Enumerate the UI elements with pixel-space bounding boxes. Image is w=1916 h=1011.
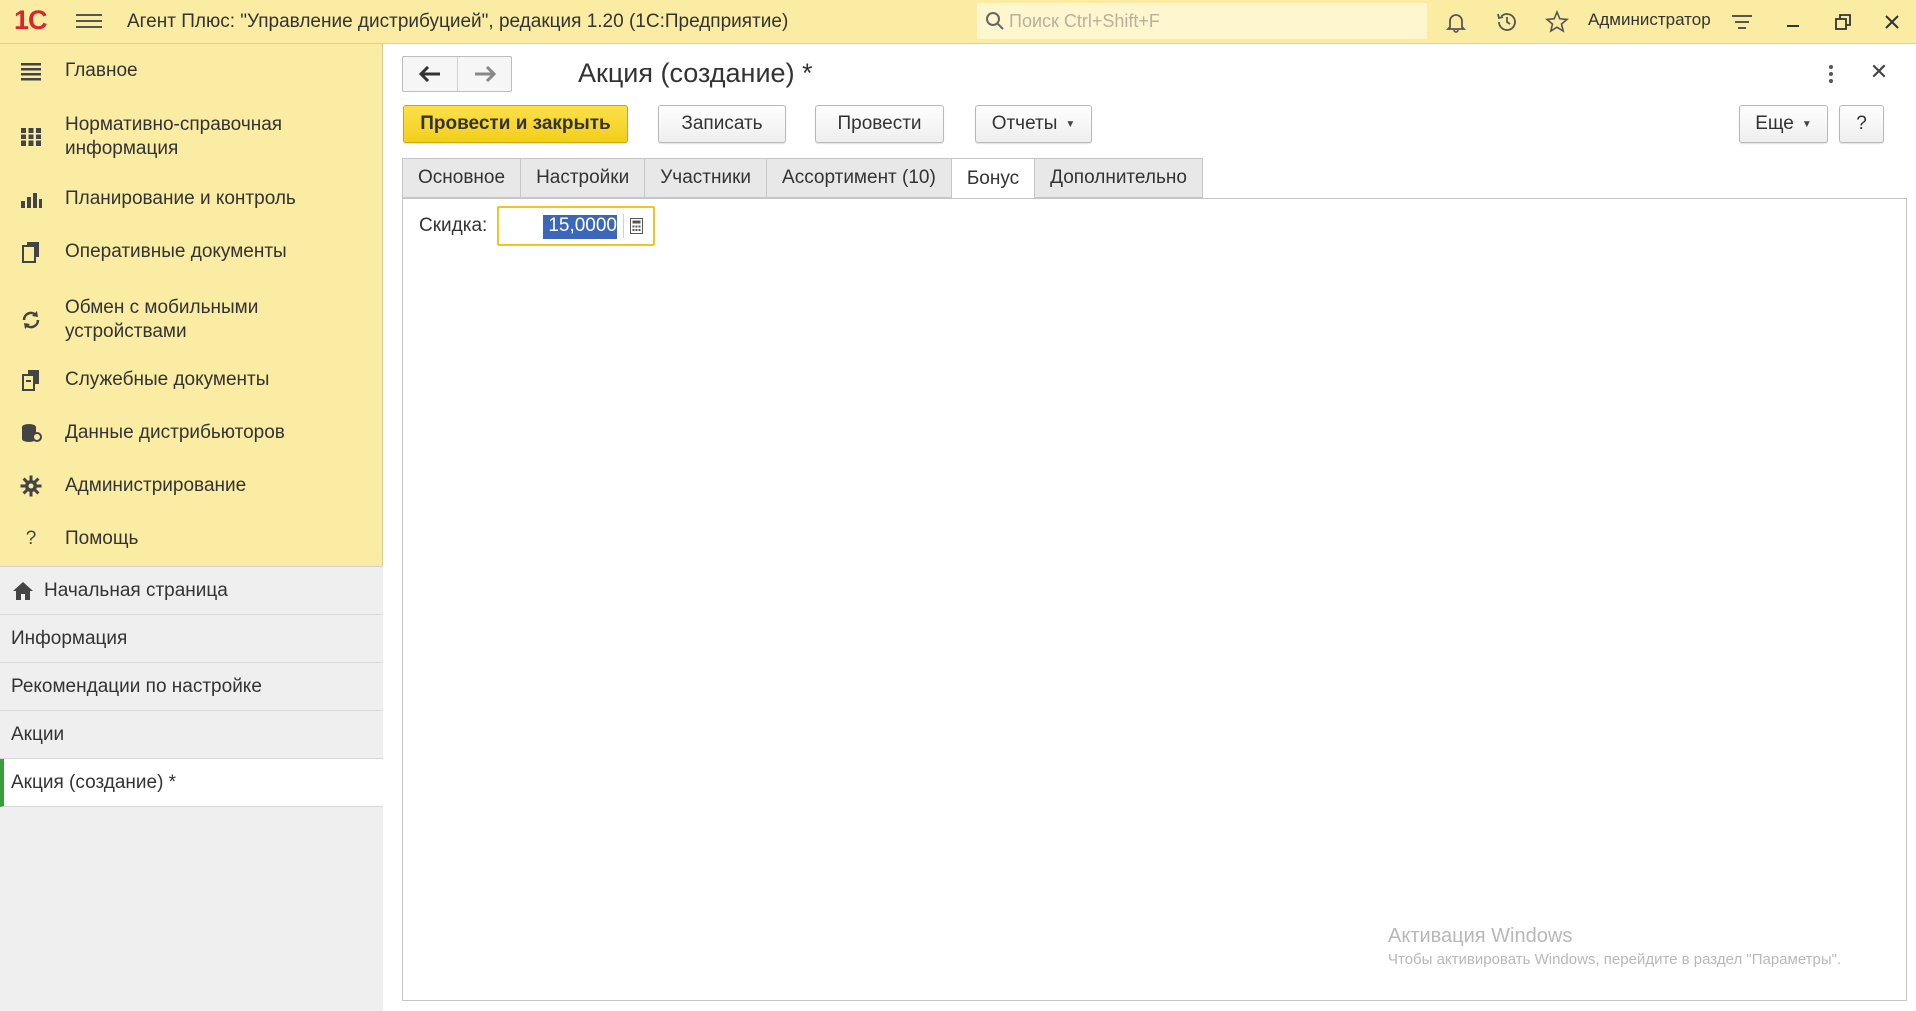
history-navigation [402,56,512,92]
search-icon [986,12,1004,30]
favorites-star-icon[interactable] [1543,8,1571,36]
section-distributor-data[interactable]: Данные дистрибьюторов [0,418,383,448]
section-administration[interactable]: Администрирование [0,471,383,501]
sections-panel: Главное Нормативно-справочная информация… [0,44,383,1011]
more-label: Еще [1755,113,1794,134]
chevron-down-icon: ▼ [1801,118,1812,130]
section-label: Главное [65,60,138,81]
more-button[interactable]: Еще ▼ [1739,105,1828,143]
open-window-promotions[interactable]: Акции [0,711,383,759]
service-documents-icon [18,367,44,393]
section-label: Помощь [65,528,139,549]
chevron-down-icon: ▼ [1065,118,1076,130]
title-bar: 1С Агент Плюс: "Управление дистрибуцией"… [0,0,1916,44]
close-form-icon[interactable]: ✕ [1868,58,1890,86]
bonus-tab-panel: Скидка: [402,198,1907,1001]
open-window-label: Акция (создание) * [11,771,177,793]
section-label: Обмен с мобильными устройствами [65,297,259,342]
grid-icon [18,124,44,150]
app-logo[interactable]: 1С [14,5,48,36]
open-window-label: Начальная страница [44,579,228,601]
menu-lines-icon [18,58,44,84]
section-mobile-exchange[interactable]: Обмен с мобильными устройствами [0,295,383,345]
open-windows-list: Начальная страница Информация Рекомендац… [0,566,383,1011]
calculator-icon[interactable] [623,214,649,238]
discount-label: Скидка: [419,215,488,236]
section-service-docs[interactable]: Служебные документы [0,365,383,395]
section-label: Данные дистрибьюторов [65,422,285,443]
tab-assortment[interactable]: Ассортимент (10) [766,158,951,198]
discount-field[interactable] [497,206,655,246]
tab-settings[interactable]: Настройки [520,158,645,198]
tab-main[interactable]: Основное [402,158,521,198]
form-title: Акция (создание) * [578,58,813,88]
gear-icon [18,473,44,499]
home-icon [13,581,33,600]
reports-label: Отчеты [991,113,1058,134]
save-button[interactable]: Записать [658,105,786,143]
forward-arrow-icon[interactable] [457,57,511,91]
question-icon: ? [25,528,37,549]
database-icon [18,420,44,446]
windows-activation-title: Активация Windows [1388,925,1573,947]
section-label: Служебные документы [65,369,270,390]
documents-icon [18,239,44,265]
post-button[interactable]: Провести [815,105,944,143]
user-name[interactable]: Администратор [1588,10,1711,30]
open-window-label: Рекомендации по настройке [11,675,262,697]
open-window-label: Информация [11,627,128,649]
section-reference-info[interactable]: Нормативно-справочная информация [0,112,383,162]
reports-button[interactable]: Отчеты ▼ [975,105,1092,143]
section-label: Нормативно-справочная информация [65,114,283,159]
windows-activation-hint: Чтобы активировать Windows, перейдите в … [1388,951,1842,968]
settings-sliders-icon[interactable] [1728,8,1756,36]
main-menu-icon[interactable] [76,10,102,32]
section-label: Оперативные документы [65,241,287,262]
document-form: Акция (создание) * ✕ Провести и закрыть … [384,44,1916,1011]
open-window-info[interactable]: Информация [0,615,383,663]
open-window-recommendations[interactable]: Рекомендации по настройке [0,663,383,711]
tab-additional[interactable]: Дополнительно [1034,158,1203,198]
open-window-home[interactable]: Начальная страница [0,567,383,615]
minimize-icon[interactable] [1779,8,1807,36]
tab-bonus[interactable]: Бонус [950,158,1035,199]
notifications-bell-icon[interactable] [1442,8,1470,36]
history-icon[interactable] [1493,8,1521,36]
section-planning[interactable]: Планирование и контроль [0,184,383,214]
sync-icon [18,307,44,333]
back-arrow-icon[interactable] [403,57,457,91]
search-box[interactable] [977,3,1427,39]
section-main[interactable]: Главное [0,56,383,86]
search-input[interactable] [1009,7,1419,35]
section-operational-docs[interactable]: Оперативные документы [0,237,383,267]
open-window-promotion-create[interactable]: Акция (создание) * [0,759,383,807]
discount-input[interactable] [501,210,619,242]
open-window-label: Акции [11,723,65,745]
close-window-icon[interactable] [1878,8,1906,36]
form-tabs: Основное Настройки Участники Ассортимент… [402,158,1203,199]
tab-participants[interactable]: Участники [644,158,767,198]
section-label: Администрирование [65,475,247,496]
post-and-close-button[interactable]: Провести и закрыть [403,105,628,143]
app-title: Агент Плюс: "Управление дистрибуцией", р… [127,11,789,32]
bar-chart-icon [18,186,44,212]
section-label: Планирование и контроль [65,188,296,209]
section-help[interactable]: ? Помощь [0,524,383,554]
restore-icon[interactable] [1829,8,1857,36]
help-button[interactable]: ? [1839,105,1884,143]
more-actions-icon[interactable] [1821,62,1841,86]
